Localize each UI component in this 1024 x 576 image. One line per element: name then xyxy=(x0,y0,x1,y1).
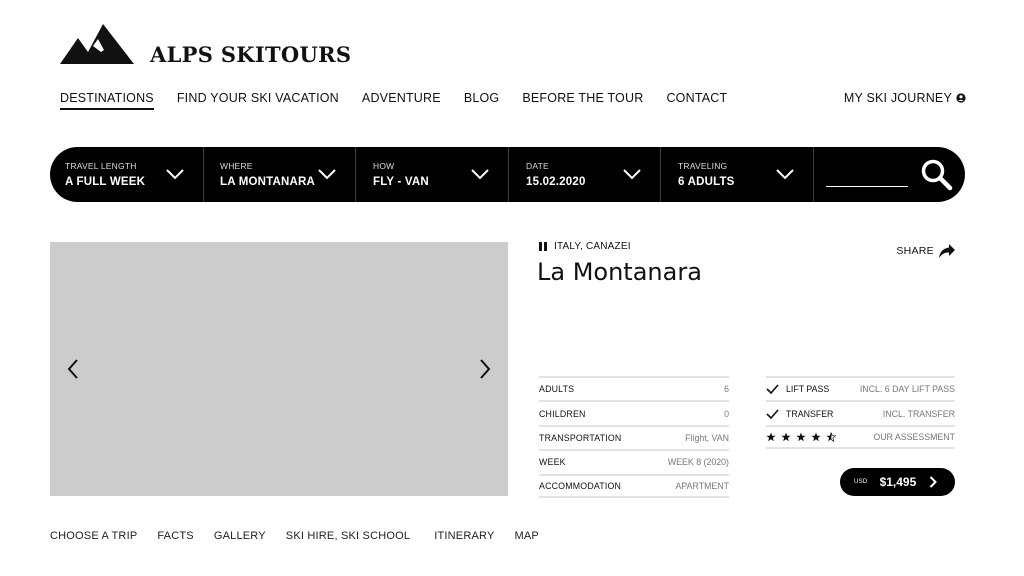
travel-length-value: A FULL WEEK xyxy=(65,176,146,188)
subnav-item-itinerary[interactable]: ITINERARY xyxy=(434,530,494,542)
my-ski-journey-label: MY SKI JOURNEY xyxy=(843,91,952,105)
traveling-label: TRAVELING xyxy=(678,161,728,171)
chevron-right-icon[interactable] xyxy=(478,358,492,380)
user-circle-icon xyxy=(956,93,966,103)
share-label: SHARE xyxy=(896,245,934,257)
page-title: La Montanara xyxy=(537,258,702,286)
traveling-select[interactable]: TRAVELING 6 ADULTS xyxy=(661,147,814,202)
chevron-down-icon xyxy=(776,169,794,180)
photo-gallery xyxy=(50,242,508,496)
where-select[interactable]: WHERE LA MONTANARA xyxy=(204,147,356,202)
fact-label: ACCOMMODATION xyxy=(539,480,622,491)
subnav-item-choose-a-trip[interactable]: CHOOSE A TRIP xyxy=(50,530,137,542)
share-arrow-icon xyxy=(939,244,955,258)
section-nav: CHOOSE A TRIP FACTS GALLERY SKI HIRE, SK… xyxy=(50,530,559,542)
currency-label: USD xyxy=(854,479,868,485)
star-icon xyxy=(781,432,791,442)
my-ski-journey-link[interactable]: MY SKI JOURNEY xyxy=(844,91,966,105)
how-select[interactable]: HOW FLY - VAN xyxy=(356,147,509,202)
fact-label: CHILDREN xyxy=(539,408,586,419)
fact-value: WEEK 8 (2020) xyxy=(667,457,729,468)
fact-label: TRANSPORTATION xyxy=(539,432,622,443)
inclusion-row-transfer: TRANSFER INCL. TRANSFER xyxy=(766,400,955,424)
where-label: WHERE xyxy=(220,161,253,171)
flag-icon xyxy=(539,242,548,251)
fact-row-accommodation: ACCOMMODATION APARTMENT xyxy=(539,473,729,498)
check-icon xyxy=(766,409,779,419)
assessment-row: OUR ASSESSMENT xyxy=(766,424,955,450)
fact-value: 0 xyxy=(724,408,729,419)
brand-name: ALPS SKITOURS xyxy=(150,42,352,67)
inclusion-label: LIFT PASS xyxy=(786,384,830,395)
where-value: LA MONTANARA xyxy=(220,176,316,188)
main-nav: DESTINATIONS FIND YOUR SKI VACATION ADVE… xyxy=(60,91,750,110)
inclusion-value: INCL. 6 DAY LIFT PASS xyxy=(859,384,955,395)
nav-item-before-the-tour[interactable]: BEFORE THE TOUR xyxy=(522,91,643,110)
fact-value: 6 xyxy=(724,384,729,395)
traveling-value: 6 ADULTS xyxy=(678,176,735,188)
fact-row-children: CHILDREN 0 xyxy=(539,400,729,424)
fact-row-week: WEEK WEEK 8 (2020) xyxy=(539,449,729,473)
nav-item-contact[interactable]: CONTACT xyxy=(666,91,727,110)
location-line: ITALY, CANAZEI xyxy=(539,241,631,252)
assessment-label: OUR ASSESSMENT xyxy=(873,431,955,442)
chevron-down-icon xyxy=(623,169,641,180)
inclusions-table: LIFT PASS INCL. 6 DAY LIFT PASS TRANSFER… xyxy=(766,376,955,450)
how-label: HOW xyxy=(373,161,395,171)
nav-item-find-your-ski-vacation[interactable]: FIND YOUR SKI VACATION xyxy=(177,91,339,110)
subnav-item-gallery[interactable]: GALLERY xyxy=(214,530,266,542)
chevron-left-icon[interactable] xyxy=(66,358,80,380)
nav-item-adventure[interactable]: ADVENTURE xyxy=(362,91,441,110)
fact-row-transportation: TRANSPORTATION Flight, VAN xyxy=(539,424,729,449)
chevron-down-icon xyxy=(471,169,489,180)
date-label: DATE xyxy=(526,161,549,171)
subnav-item-facts[interactable]: FACTS xyxy=(157,530,193,542)
date-select[interactable]: DATE 15.02.2020 xyxy=(509,147,661,202)
fact-label: WEEK xyxy=(539,457,566,468)
trip-search-bar: TRAVEL LENGTH A FULL WEEK WHERE LA MONTA… xyxy=(50,147,965,202)
inclusion-label: TRANSFER xyxy=(786,408,834,419)
inclusion-value: INCL. TRANSFER xyxy=(882,408,955,419)
search-field[interactable] xyxy=(814,147,965,202)
chevron-down-icon xyxy=(166,169,184,180)
mountain-peaks-icon xyxy=(60,24,134,64)
fact-value: APARTMENT xyxy=(675,480,729,491)
star-icon xyxy=(766,432,776,442)
date-value: 15.02.2020 xyxy=(526,176,586,188)
price-amount: $1,495 xyxy=(879,475,917,489)
chevron-right-icon xyxy=(930,476,938,488)
fact-label: ADULTS xyxy=(539,384,575,395)
subnav-item-ski-hire[interactable]: SKI HIRE, SKI SCHOOL xyxy=(286,530,410,542)
fact-value: Flight, VAN xyxy=(685,432,729,443)
star-icon xyxy=(796,432,806,442)
brand-logo[interactable]: ALPS SKITOURS xyxy=(60,22,351,67)
inclusion-row-lift-pass: LIFT PASS INCL. 6 DAY LIFT PASS xyxy=(766,376,955,400)
location-label: ITALY, CANAZEI xyxy=(554,241,631,252)
nav-item-blog[interactable]: BLOG xyxy=(464,91,500,110)
search-input-underline[interactable] xyxy=(826,186,908,187)
star-rating xyxy=(766,432,841,442)
chevron-down-icon xyxy=(318,169,336,180)
travel-length-select[interactable]: TRAVEL LENGTH A FULL WEEK xyxy=(50,147,204,202)
star-icon xyxy=(811,432,821,442)
search-icon[interactable] xyxy=(920,158,954,192)
share-button[interactable]: SHARE xyxy=(896,243,956,259)
half-star-icon xyxy=(826,432,836,442)
check-icon xyxy=(766,384,779,395)
how-value: FLY - VAN xyxy=(373,176,429,188)
price-book-button[interactable]: USD $1,495 xyxy=(840,468,955,496)
nav-item-destinations[interactable]: DESTINATIONS xyxy=(60,91,154,110)
subnav-item-map[interactable]: MAP xyxy=(514,530,538,542)
travel-length-label: TRAVEL LENGTH xyxy=(65,161,137,171)
fact-row-adults: ADULTS 6 xyxy=(539,376,729,400)
trip-facts-table: ADULTS 6 CHILDREN 0 TRANSPORTATION Fligh… xyxy=(539,376,729,498)
